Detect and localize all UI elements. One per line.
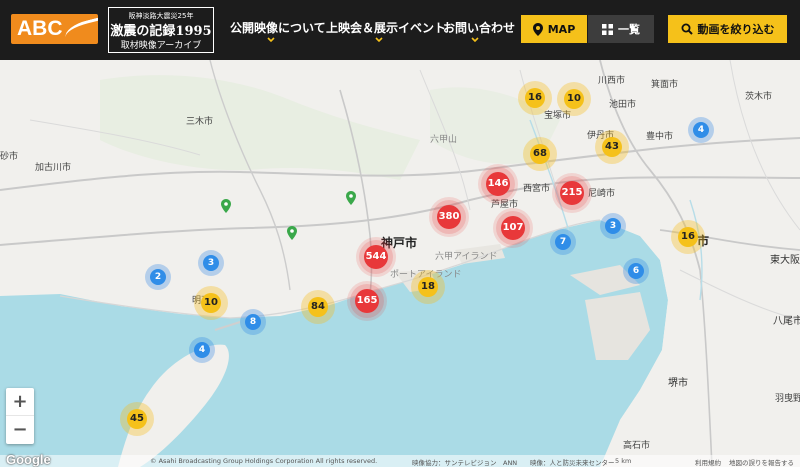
filter-videos-button[interactable]: 動画を絞り込む bbox=[668, 15, 787, 43]
cluster-count: 6 bbox=[632, 266, 640, 276]
report-error-link[interactable]: 地図の誤りを報告する bbox=[729, 457, 794, 467]
map-button-label: MAP bbox=[547, 22, 576, 36]
grid-icon bbox=[602, 23, 613, 35]
map-scale: 5 km bbox=[615, 457, 632, 465]
map-pin-icon bbox=[532, 22, 543, 36]
nav-about-videos[interactable]: 公開映像について bbox=[230, 19, 326, 36]
top-header: ABC 阪神淡路大震災25年 激震の記録1995 取材映像アーカイブ 公開映像に… bbox=[0, 0, 800, 60]
cluster-count: 10 bbox=[567, 93, 581, 104]
footage-credit-text: 映像：人と防災未来センター bbox=[530, 459, 615, 467]
cluster-count: 146 bbox=[487, 178, 509, 189]
cluster-count: 8 bbox=[249, 317, 257, 327]
place-label: 池田市 bbox=[609, 100, 637, 110]
app-root: ABC 阪神淡路大震災25年 激震の記録1995 取材映像アーカイブ 公開映像に… bbox=[0, 0, 800, 467]
search-icon bbox=[681, 23, 693, 35]
place-label: 羽曳野 bbox=[775, 394, 800, 404]
place-label: 箕面市 bbox=[651, 80, 679, 90]
copyright-text: © Asahi Broadcasting Group Holdings Corp… bbox=[150, 457, 378, 465]
cluster-count: 45 bbox=[130, 413, 144, 424]
cluster-count: 16 bbox=[528, 92, 542, 103]
place-label: 六甲アイランド bbox=[435, 252, 498, 262]
cluster-count: 380 bbox=[438, 211, 460, 222]
cluster-count: 84 bbox=[311, 301, 325, 312]
cluster-count: 4 bbox=[697, 125, 705, 135]
abc-logo[interactable]: ABC bbox=[11, 14, 98, 44]
attribution-bar bbox=[0, 455, 800, 467]
cluster-count: 2 bbox=[154, 272, 162, 282]
cluster-count: 3 bbox=[609, 221, 617, 231]
archive-main-title: 激震の記録1995 bbox=[110, 24, 212, 39]
cluster-count: 7 bbox=[559, 237, 567, 247]
nav-events[interactable]: 上映会＆展示イベント bbox=[326, 19, 446, 36]
cluster-count: 43 bbox=[605, 141, 619, 152]
zoom-in-button[interactable]: + bbox=[6, 388, 34, 416]
map-marker-pin[interactable] bbox=[346, 190, 356, 205]
cluster-count: 3 bbox=[207, 258, 215, 268]
place-label: 三木市 bbox=[186, 117, 214, 127]
cluster-count: 10 bbox=[204, 297, 218, 308]
place-label: 堺市 bbox=[668, 378, 688, 389]
abc-logo-text: ABC bbox=[17, 17, 63, 40]
map-marker-pin[interactable] bbox=[287, 225, 297, 240]
footage-coop-text: 映像協力：サンテレビジョン ANN bbox=[412, 459, 518, 467]
zoom-out-button[interactable]: − bbox=[6, 416, 34, 444]
map-marker-pin[interactable] bbox=[221, 198, 231, 213]
cluster-count: 215 bbox=[561, 187, 583, 198]
cluster-count: 165 bbox=[356, 295, 378, 306]
place-label: 高石市 bbox=[623, 441, 651, 451]
nav-contact[interactable]: お問い合わせ bbox=[443, 19, 515, 36]
list-button-label: 一覧 bbox=[618, 23, 640, 36]
terms-link[interactable]: 利用規約 bbox=[695, 457, 721, 467]
place-label: 砂市 bbox=[0, 152, 19, 162]
map-basemap bbox=[0, 60, 800, 467]
place-label: 東大阪 bbox=[770, 255, 800, 266]
cluster-count: 544 bbox=[365, 251, 387, 262]
place-label: 尼崎市 bbox=[588, 189, 616, 199]
archive-title-logo[interactable]: 阪神淡路大震災25年 激震の記録1995 取材映像アーカイブ bbox=[108, 7, 214, 53]
filter-button-label: 動画を絞り込む bbox=[697, 23, 775, 36]
list-view-button[interactable]: 一覧 bbox=[588, 15, 654, 43]
cluster-count: 68 bbox=[533, 148, 547, 159]
place-label: 八尾市 bbox=[773, 316, 800, 327]
cluster-count: 107 bbox=[502, 222, 524, 233]
chevron-down-icon bbox=[267, 37, 275, 45]
google-logo[interactable]: Google bbox=[6, 452, 51, 467]
map-view-button[interactable]: MAP bbox=[521, 15, 587, 43]
place-label: 川西市 bbox=[598, 76, 626, 86]
cluster-count: 18 bbox=[421, 281, 435, 292]
abc-swoosh-icon bbox=[63, 14, 98, 44]
zoom-control: + − bbox=[6, 388, 34, 444]
archive-caption: 取材映像アーカイブ bbox=[120, 41, 202, 51]
place-label: 豊中市 bbox=[646, 132, 674, 142]
cluster-count: 4 bbox=[198, 345, 206, 355]
map-canvas[interactable]: 川西市 箕面市 茨木市 宝塚市 池田市 伊丹市 豊中市 三木市 六甲山 加古川市… bbox=[0, 60, 800, 467]
chevron-down-icon bbox=[471, 37, 479, 45]
cluster-count: 16 bbox=[681, 231, 695, 242]
chevron-down-icon bbox=[375, 37, 383, 45]
place-label: 加古川市 bbox=[35, 163, 72, 173]
place-label: 西宮市 bbox=[523, 184, 551, 194]
place-label: 六甲山 bbox=[430, 135, 458, 145]
place-label: 茨木市 bbox=[745, 92, 773, 102]
